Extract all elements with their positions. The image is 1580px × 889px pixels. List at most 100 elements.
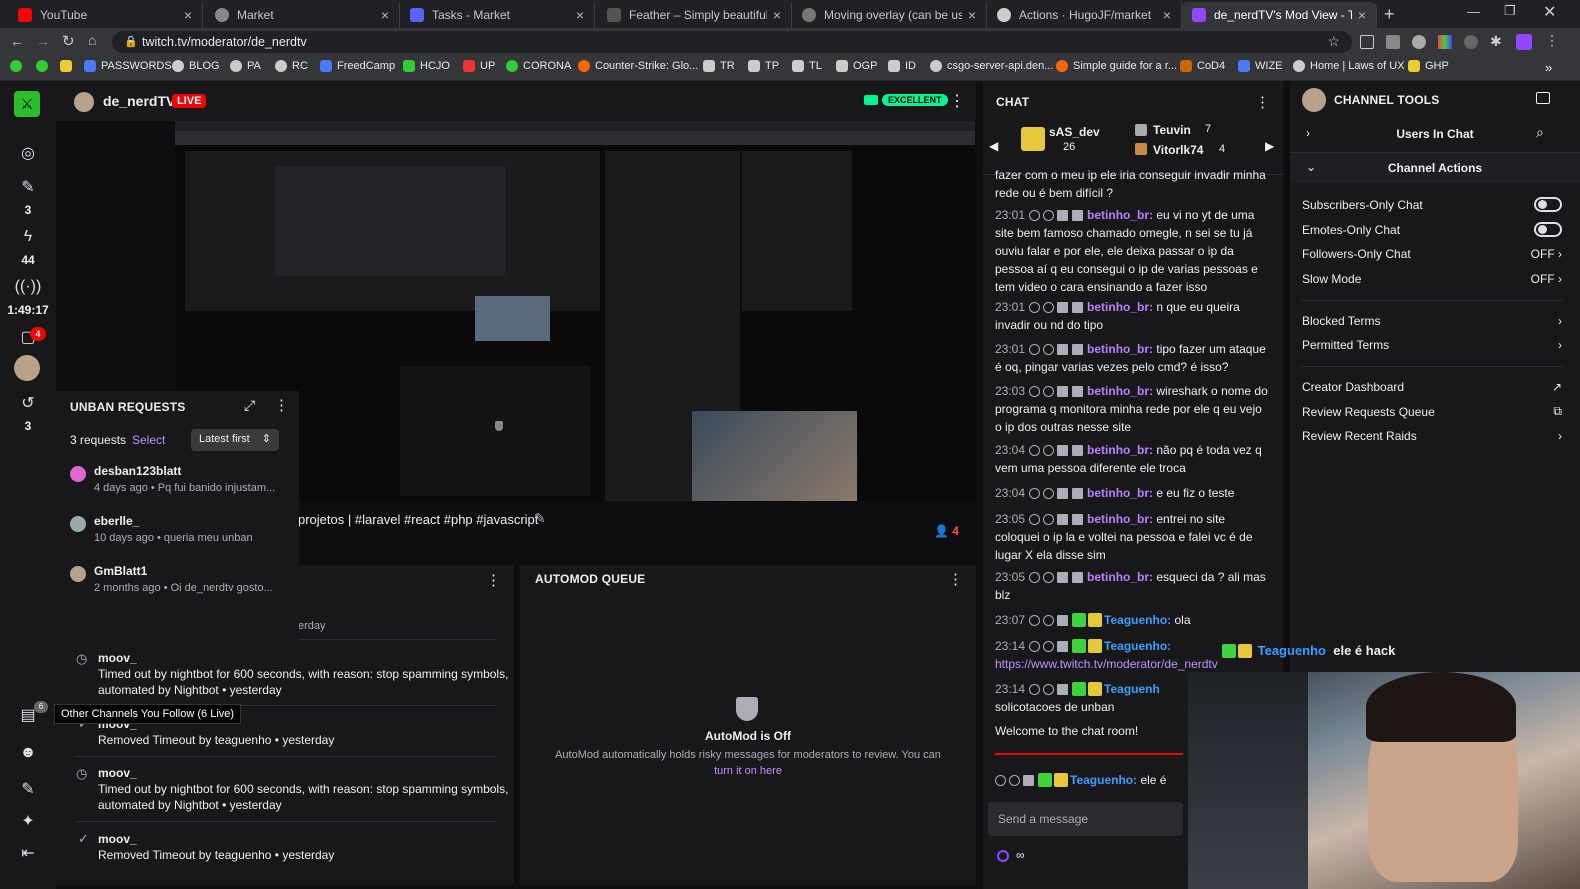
more-options-icon[interactable]: ⋮ <box>274 396 289 414</box>
pinned-message[interactable]: Teaguenho: ele é <box>995 771 1185 789</box>
chat-message[interactable]: fazer com o meu ip ele iria conseguir in… <box>995 166 1270 202</box>
more-options-icon[interactable]: ⋮ <box>948 570 963 588</box>
edit-title-icon[interactable]: ✎ <box>534 510 546 527</box>
subscribers-only-toggle-row[interactable]: Subscribers-Only Chat <box>1302 197 1562 212</box>
bookmark-tl[interactable]: TL <box>792 60 822 72</box>
delete-icon[interactable] <box>1057 445 1069 456</box>
chat-message[interactable]: 23:01 betinho_br: n que eu queira invadir… <box>995 298 1270 334</box>
timeout-icon[interactable] <box>1009 775 1020 786</box>
ban-icon[interactable] <box>1029 641 1041 652</box>
review-raids-row[interactable]: Review Recent Raids › <box>1302 429 1562 443</box>
delete-icon[interactable] <box>1057 572 1069 583</box>
review-requests-row[interactable]: Review Requests Queue ⧉ <box>1302 404 1562 419</box>
more-options-icon[interactable]: ⋮ <box>949 91 965 111</box>
menu-kebab-icon[interactable]: ⋮ <box>1545 32 1559 49</box>
channel-points-icon[interactable] <box>997 850 1009 862</box>
ban-icon[interactable] <box>1029 684 1041 695</box>
delete-icon[interactable] <box>1057 488 1069 499</box>
more-options-icon[interactable]: ⋮ <box>486 571 501 589</box>
bookmark-tp[interactable]: TP <box>748 60 779 72</box>
ban-icon[interactable] <box>1029 386 1041 397</box>
delete-icon[interactable] <box>1057 386 1069 397</box>
bookmark-simple-guide[interactable]: Simple guide for a r... <box>1056 60 1177 72</box>
list-item[interactable]: moov_ Timed out by nightbot for 600 secon… <box>98 650 518 698</box>
extension-icon[interactable] <box>1386 35 1400 49</box>
tab-tasks[interactable]: Tasks - Market × <box>400 2 595 28</box>
tab-youtube[interactable]: YouTube × <box>8 2 203 28</box>
ban-icon[interactable] <box>1029 488 1041 499</box>
timeout-icon[interactable] <box>1043 572 1055 583</box>
chat-message[interactable]: 23:05 betinho_br: entrei no site coloquei… <box>995 510 1270 564</box>
channel-actions-section[interactable]: ⌄ Channel Actions <box>1290 153 1580 183</box>
delete-icon[interactable] <box>1057 514 1069 525</box>
toggle-switch[interactable] <box>1534 222 1562 237</box>
close-icon[interactable]: × <box>576 7 584 23</box>
close-icon[interactable]: × <box>968 7 976 23</box>
emoji-icon[interactable]: ☻ <box>14 739 42 767</box>
ban-icon[interactable] <box>1029 615 1041 626</box>
bookmark-csgo-server-api[interactable]: csgo-server-api.den... <box>930 60 1053 72</box>
tab-feather[interactable]: Feather – Simply beautiful open× <box>597 2 792 28</box>
emotes-only-toggle-row[interactable]: Emotes-Only Chat <box>1302 222 1562 237</box>
extension-icon[interactable] <box>1360 35 1374 49</box>
tab-twitch-modview[interactable]: de_nerdTV's Mod View - Twitch× <box>1182 2 1377 28</box>
users-in-chat-section[interactable]: › Users In Chat ⌕ <box>1290 117 1580 153</box>
lightning-icon[interactable]: ϟ <box>14 223 42 251</box>
close-icon[interactable]: × <box>1163 7 1171 23</box>
chevron-left-icon[interactable]: ◀ <box>989 139 998 153</box>
bookmark-blog[interactable]: BLOG <box>172 60 220 72</box>
camera-extension-icon[interactable] <box>1412 35 1426 49</box>
toggle-switch[interactable] <box>1534 197 1562 212</box>
timeout-icon[interactable] <box>1043 615 1055 626</box>
ban-icon[interactable] <box>1029 572 1041 583</box>
ban-icon[interactable] <box>1029 445 1041 456</box>
timeout-icon[interactable] <box>1043 684 1055 695</box>
bookmark-bars-icon[interactable] <box>60 60 77 72</box>
timeout-icon[interactable] <box>1043 210 1055 221</box>
collapse-panel-icon[interactable] <box>1536 92 1550 104</box>
window-close-icon[interactable]: ✕ <box>1543 2 1556 22</box>
tab-market[interactable]: Market × <box>205 2 400 28</box>
close-icon[interactable]: × <box>381 7 389 23</box>
shield-icon[interactable]: ◎ <box>14 139 42 167</box>
search-icon[interactable]: ⌕ <box>1536 124 1544 141</box>
bookmark-tr[interactable]: TR <box>703 60 735 72</box>
sort-dropdown[interactable]: Latest first ⇕ <box>191 429 279 451</box>
ban-icon[interactable] <box>1029 514 1041 525</box>
timeout-icon[interactable] <box>1043 488 1055 499</box>
expand-icon[interactable]: ⤢ <box>244 397 255 414</box>
bookmark-freedcamp[interactable]: FreedCamp <box>320 60 395 72</box>
forward-icon[interactable]: → <box>36 33 50 49</box>
bookmark-laws-of-ux[interactable]: Home | Laws of UX <box>1293 60 1405 72</box>
history-icon[interactable]: ↺ <box>14 389 42 417</box>
timeout-icon[interactable] <box>1043 386 1055 397</box>
delete-icon[interactable] <box>1057 615 1069 626</box>
bookmark-cod4[interactable]: CoD4 <box>1180 60 1225 72</box>
close-icon[interactable]: × <box>1358 7 1366 23</box>
chat-message[interactable]: 23:04 betinho_br: não pq é toda vez q vem… <box>995 441 1270 477</box>
back-icon[interactable]: ← <box>10 33 24 49</box>
blocked-terms-row[interactable]: Blocked Terms › <box>1302 314 1562 328</box>
bookmark-check-icon[interactable] <box>10 60 27 72</box>
sparkle-icon[interactable]: ✦ <box>14 807 42 835</box>
delete-icon[interactable] <box>1057 684 1069 695</box>
broadcast-icon[interactable]: ((·)) <box>14 273 42 301</box>
bookmark-ogp[interactable]: OGP <box>836 60 877 72</box>
delete-icon[interactable] <box>1057 344 1069 355</box>
more-bookmarks-icon[interactable]: » <box>1545 60 1552 75</box>
timeout-icon[interactable] <box>1043 344 1055 355</box>
chat-message[interactable]: 23:01 betinho_br: tipo fazer um ataque é … <box>995 340 1270 376</box>
timeout-icon[interactable] <box>1043 641 1055 652</box>
minimize-icon[interactable]: — <box>1467 4 1480 19</box>
bookmark-ghp[interactable]: GHP <box>1408 60 1449 72</box>
delete-icon[interactable] <box>1057 302 1069 313</box>
chat-message[interactable]: 23:01 betinho_br: eu vi no yt de uma site… <box>995 206 1270 296</box>
more-options-icon[interactable]: ⋮ <box>1255 93 1270 111</box>
select-link[interactable]: Select <box>132 433 165 447</box>
bookmark-wize[interactable]: WIZE <box>1238 60 1283 72</box>
chevron-right-icon[interactable]: ▶ <box>1265 139 1274 153</box>
bookmark-star-icon[interactable]: ☆ <box>1327 33 1340 50</box>
tab-actions[interactable]: Actions · HugoJF/market × <box>987 2 1182 28</box>
slow-mode-row[interactable]: Slow Mode OFF › <box>1302 272 1562 286</box>
bookmark-pa[interactable]: PA <box>230 60 261 72</box>
